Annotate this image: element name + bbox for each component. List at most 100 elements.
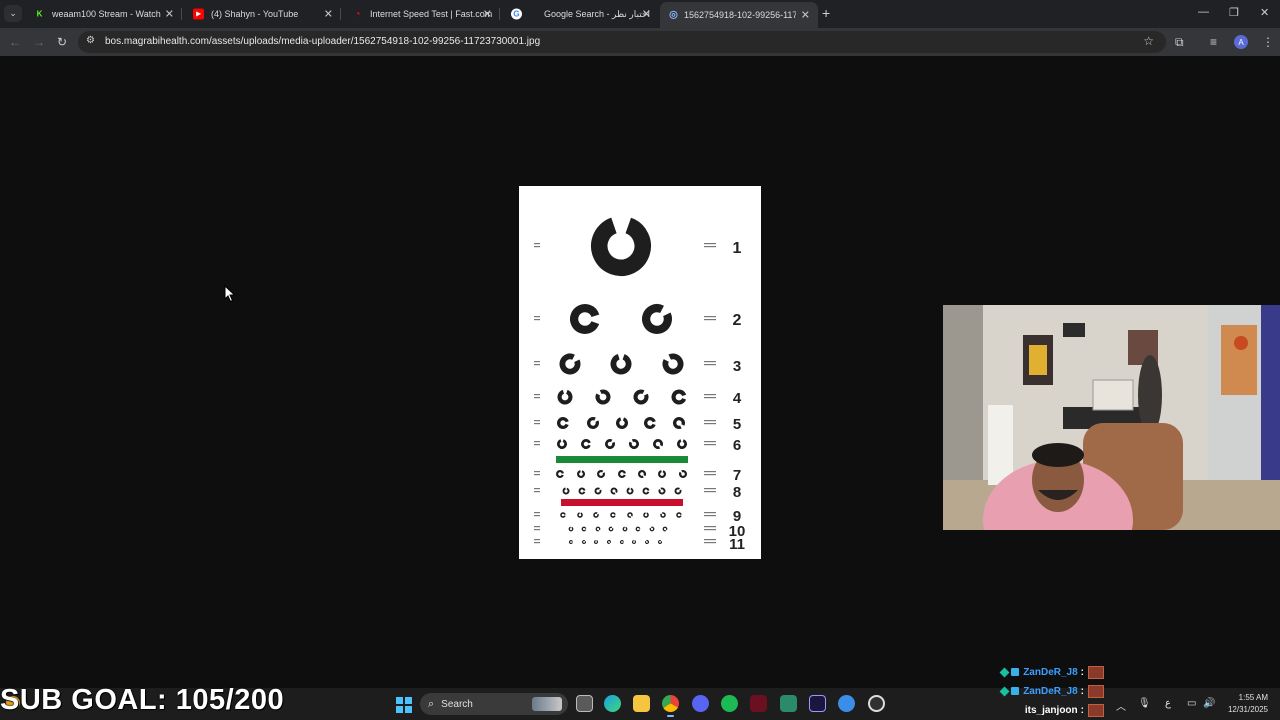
back-icon[interactable]: ←	[9, 35, 21, 49]
file-explorer-icon[interactable]	[633, 695, 650, 712]
landolt-ring	[673, 416, 686, 429]
tab-search-button[interactable]: ⌄	[4, 5, 22, 22]
forward-icon[interactable]: →	[33, 35, 45, 49]
green-bar	[556, 456, 688, 463]
chevron-down-icon: ⌄	[9, 8, 17, 18]
close-icon[interactable]: ✕	[324, 8, 333, 21]
chart-fine-print	[534, 491, 540, 493]
landolt-ring	[633, 389, 649, 405]
chart-fine-print	[704, 539, 716, 541]
close-window-icon[interactable]: ✕	[1260, 6, 1269, 19]
landolt-ring	[607, 539, 612, 544]
chart-fine-print	[534, 539, 540, 541]
media-app-icon[interactable]	[750, 695, 767, 712]
tab-youtube[interactable]: ▶ (4) Shahyn - YouTube ✕	[181, 4, 341, 24]
tab-eye-chart-image[interactable]: ◎ 1562754918-102-99256-11723 ✕	[660, 2, 818, 28]
chat-message: ZanDeR_J8 :	[999, 665, 1104, 679]
reload-icon[interactable]: ↻	[57, 35, 67, 49]
mouse-cursor-icon	[224, 284, 236, 308]
premiere-pro-icon[interactable]	[809, 695, 826, 712]
landolt-ring	[605, 439, 615, 449]
chat-badge-icon	[999, 667, 1010, 677]
chart-fine-print	[534, 474, 540, 476]
tab-fast-com[interactable]: ◔ Internet Speed Test | Fast.com ✕	[340, 4, 500, 24]
task-view-icon[interactable]	[576, 695, 593, 712]
chrome-icon[interactable]	[662, 695, 679, 717]
chat-message: ZanDeR_J8 :	[999, 684, 1104, 698]
media-controls-icon[interactable]: ≡	[1210, 35, 1217, 49]
chart-fine-print	[704, 542, 716, 544]
close-icon[interactable]: ✕	[801, 9, 810, 22]
windows-start-icon[interactable]	[396, 697, 412, 713]
landolt-ring	[595, 389, 611, 405]
chart-fine-print	[534, 394, 540, 396]
chart-fine-print	[704, 246, 716, 248]
tray-overflow-icon[interactable]: ︿	[1116, 698, 1126, 713]
landolt-ring	[620, 539, 625, 544]
site-info-icon[interactable]: ⚙	[86, 35, 95, 46]
landolt-ring	[591, 215, 651, 276]
landolt-ring	[644, 540, 649, 545]
clock-date[interactable]: 12/31/2025	[1228, 705, 1268, 714]
new-tab-button[interactable]: +	[822, 6, 830, 20]
landolt-ring	[653, 439, 663, 449]
kick-icon: K	[36, 9, 43, 19]
landolt-ring	[657, 539, 662, 544]
extensions-icon[interactable]: ⧉	[1175, 35, 1184, 49]
chart-fine-print	[704, 471, 716, 473]
landolt-ring	[671, 389, 687, 405]
search-highlight-icon	[532, 697, 562, 711]
chart-fine-print	[534, 526, 540, 528]
browser-app-icon[interactable]	[838, 695, 855, 712]
chart-fine-print	[704, 491, 716, 493]
close-icon[interactable]: ✕	[642, 8, 651, 21]
obs-icon[interactable]	[868, 695, 885, 712]
chart-line-number: 5	[733, 416, 741, 433]
google-icon: G	[511, 8, 522, 20]
menu-icon[interactable]: ⋮	[1262, 35, 1274, 49]
microphone-icon[interactable]: 🎙	[1138, 698, 1151, 709]
globe-icon: ◎	[669, 9, 678, 21]
volume-icon[interactable]: 🔊	[1203, 698, 1215, 709]
landolt-ring	[586, 416, 599, 429]
landolt-ring	[644, 416, 657, 429]
landolt-ring	[577, 512, 583, 518]
chat-badge-icon	[1011, 668, 1020, 676]
landolt-ring	[622, 526, 628, 532]
chart-fine-print	[534, 397, 540, 399]
minimize-icon[interactable]: —	[1198, 6, 1209, 18]
tab-title: (4) Shahyn - YouTube	[211, 9, 299, 19]
discord-icon[interactable]	[692, 695, 709, 712]
chart-fine-print	[704, 488, 716, 490]
chart-fine-print	[704, 512, 716, 514]
landolt-ring	[660, 512, 666, 518]
landolt-ring	[635, 526, 641, 532]
close-icon[interactable]: ✕	[483, 8, 492, 21]
landolt-ring	[677, 439, 687, 449]
url-text[interactable]: bos.magrabihealth.com/assets/uploads/med…	[105, 36, 540, 47]
chat-badge-icon	[999, 686, 1010, 696]
network-icon[interactable]: ▭	[1187, 698, 1196, 709]
taskbar-search[interactable]: ⌕ Search	[420, 693, 568, 715]
address-bar[interactable]: ⚙ bos.magrabihealth.com/assets/uploads/m…	[78, 31, 1166, 53]
landolt-ring	[610, 353, 632, 375]
edge-icon[interactable]	[604, 695, 621, 712]
bookmark-star-icon[interactable]: ☆	[1143, 34, 1154, 48]
landolt-ring	[658, 487, 666, 495]
chart-fine-print	[534, 246, 540, 248]
tab-google-search[interactable]: G Google Search - اختبار نظر ✕	[499, 4, 659, 24]
landolt-ring	[560, 512, 566, 518]
clock-time[interactable]: 1:55 AM	[1239, 693, 1268, 702]
spotify-icon[interactable]	[721, 695, 738, 712]
input-language-indicator[interactable]: ع	[1165, 698, 1171, 709]
profile-avatar[interactable]: A	[1234, 35, 1248, 49]
tab-kick-stream[interactable]: K weaam100 Stream - Watch Live ✕	[22, 4, 182, 24]
chart-fine-print	[704, 397, 716, 399]
notepad-icon[interactable]	[780, 695, 797, 712]
landolt-ring	[674, 487, 682, 495]
landolt-ring	[629, 438, 639, 449]
restore-icon[interactable]: ❐	[1229, 6, 1239, 19]
chat-emote-icon	[1088, 684, 1104, 698]
chat-separator: :	[1080, 704, 1084, 716]
close-icon[interactable]: ✕	[165, 8, 174, 21]
